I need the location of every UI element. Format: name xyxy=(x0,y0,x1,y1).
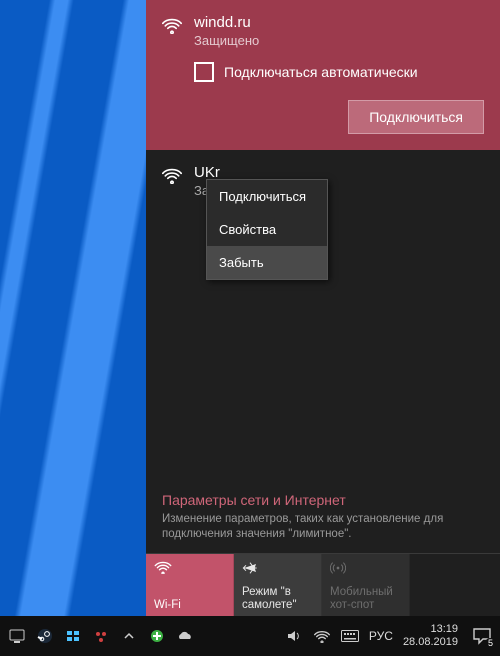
tile-mobile-hotspot[interactable]: Мобильный хот-спот xyxy=(322,554,410,616)
clock-time: 13:19 xyxy=(403,623,458,636)
tile-label: Режим "в самолете" xyxy=(242,586,313,612)
tray-icon[interactable] xyxy=(92,627,110,645)
auto-connect-label: Подключаться автоматически xyxy=(224,64,418,80)
onedrive-icon[interactable] xyxy=(176,627,194,645)
network-item-selected[interactable]: windd.ru Защищено Подключаться автоматич… xyxy=(146,0,500,150)
action-center-icon[interactable]: 5 xyxy=(468,622,496,650)
settings-title: Параметры сети и Интернет xyxy=(162,492,484,508)
tile-airplane-mode[interactable]: Режим "в самолете" xyxy=(234,554,322,616)
taskbar-clock[interactable]: 13:19 28.08.2019 xyxy=(403,623,458,648)
keyboard-icon[interactable] xyxy=(341,627,359,645)
quick-action-tiles: Wi-Fi Режим "в самолете" Мобильный хот-с… xyxy=(146,553,500,616)
tile-wifi[interactable]: Wi-Fi xyxy=(146,554,234,616)
tile-label: Мобильный хот-спот xyxy=(330,586,401,612)
tray-icon[interactable] xyxy=(8,627,26,645)
network-name: windd.ru xyxy=(194,14,259,31)
taskbar: РУС 13:19 28.08.2019 5 xyxy=(0,616,500,656)
volume-icon[interactable] xyxy=(285,627,303,645)
wifi-icon xyxy=(154,560,225,576)
tile-label: Wi-Fi xyxy=(154,599,225,612)
airplane-icon xyxy=(242,560,313,576)
tray-icon[interactable] xyxy=(64,627,82,645)
tray-chevron-up-icon[interactable] xyxy=(120,627,138,645)
steam-icon[interactable] xyxy=(36,627,54,645)
auto-connect-checkbox[interactable] xyxy=(194,62,214,82)
clock-date: 28.08.2019 xyxy=(403,636,458,649)
network-context-menu: Подключиться Свойства Забыть xyxy=(206,179,328,280)
ctx-forget[interactable]: Забыть xyxy=(207,246,327,279)
notification-badge: 5 xyxy=(485,638,496,648)
wifi-icon xyxy=(162,16,182,34)
ctx-properties[interactable]: Свойства xyxy=(207,213,327,246)
network-status: Защищено xyxy=(194,33,259,48)
tray-icon[interactable] xyxy=(148,627,166,645)
hotspot-icon xyxy=(330,560,401,576)
wifi-icon xyxy=(162,166,182,184)
language-indicator[interactable]: РУС xyxy=(369,629,393,643)
network-tray-icon[interactable] xyxy=(313,627,331,645)
ctx-connect[interactable]: Подключиться xyxy=(207,180,327,213)
connect-button[interactable]: Подключиться xyxy=(348,100,484,134)
network-flyout: windd.ru Защищено Подключаться автоматич… xyxy=(146,0,500,616)
network-settings-link[interactable]: Параметры сети и Интернет Изменение пара… xyxy=(146,486,500,553)
settings-desc: Изменение параметров, таких как установл… xyxy=(162,512,484,543)
